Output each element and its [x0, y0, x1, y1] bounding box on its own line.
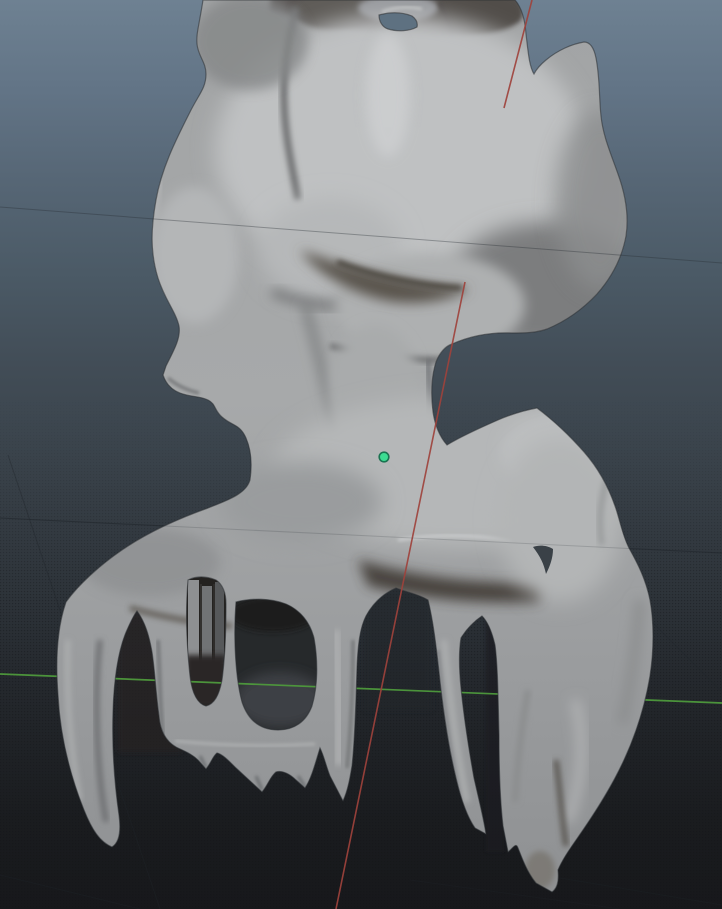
- origin-point[interactable]: [379, 452, 388, 461]
- viewport-3d[interactable]: [0, 0, 722, 909]
- viewport-canvas[interactable]: [0, 0, 722, 909]
- origin-dot: [380, 453, 388, 461]
